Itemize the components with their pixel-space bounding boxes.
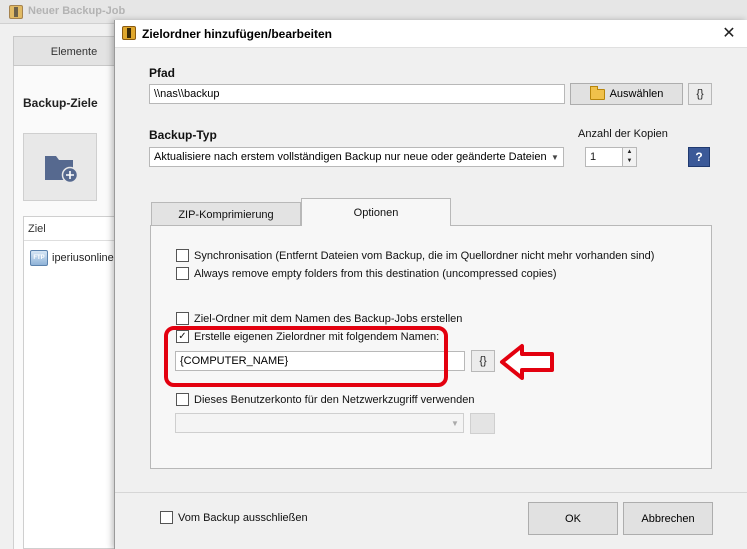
copies-value: 1	[590, 151, 597, 163]
job-name-folder-checkbox-row[interactable]: Ziel-Ordner mit dem Namen des Backup-Job…	[176, 312, 462, 325]
stepper-up-icon[interactable]: ▲	[623, 148, 636, 157]
sync-label: Synchronisation (Entfernt Dateien vom Ba…	[194, 249, 655, 262]
custom-folder-variables-button[interactable]: {}	[471, 350, 495, 372]
ftp-icon: FTP	[30, 250, 48, 266]
chevron-down-icon: ▼	[451, 418, 459, 428]
help-button[interactable]: ?	[688, 147, 710, 167]
remove-empty-checkbox[interactable]	[176, 267, 189, 280]
app-icon	[122, 26, 136, 40]
remove-empty-checkbox-row[interactable]: Always remove empty folders from this de…	[176, 267, 557, 280]
backup-type-value: Aktualisiere nach erstem vollständigen B…	[154, 151, 547, 163]
network-account-button[interactable]	[470, 413, 495, 434]
job-name-folder-checkbox[interactable]	[176, 312, 189, 325]
footer-divider	[115, 492, 747, 493]
list-item-label: iperiusonline	[52, 252, 114, 264]
path-variables-button[interactable]: {}	[688, 83, 712, 105]
folder-icon	[589, 85, 605, 100]
copies-label: Anzahl der Kopien	[578, 128, 668, 140]
close-icon[interactable]: ✕	[718, 24, 740, 44]
exclude-checkbox[interactable]	[160, 511, 173, 524]
highlight-annotation	[164, 326, 448, 387]
network-account-checkbox-row[interactable]: Dieses Benutzerkonto für den Netzwerkzug…	[176, 393, 474, 406]
choose-button-label: Auswählen	[609, 88, 664, 100]
backup-type-label: Backup-Typ	[149, 128, 217, 142]
sync-checkbox[interactable]	[176, 249, 189, 262]
cancel-button[interactable]: Abbrechen	[623, 502, 713, 535]
stepper-down-icon[interactable]: ▼	[623, 157, 636, 166]
destination-list: Ziel FTP iperiusonline	[23, 216, 124, 549]
chevron-down-icon: ▼	[551, 152, 559, 162]
remove-empty-label: Always remove empty folders from this de…	[194, 267, 557, 280]
tab-optionen[interactable]: Optionen	[301, 198, 451, 226]
dialog-title-bar: Zielordner hinzufügen/bearbeiten ✕	[115, 20, 747, 48]
network-account-checkbox[interactable]	[176, 393, 189, 406]
list-item[interactable]: FTP iperiusonline	[30, 249, 114, 267]
list-header: Ziel	[24, 217, 124, 241]
tab-zip-komprimierung[interactable]: ZIP-Komprimierung	[151, 202, 301, 227]
background-window-title: Neuer Backup-Job	[28, 5, 126, 17]
add-folder-icon	[45, 156, 79, 184]
exclude-checkbox-row[interactable]: Vom Backup ausschließen	[160, 511, 308, 524]
add-destination-button[interactable]	[23, 133, 97, 201]
copies-stepper[interactable]: 1 ▲ ▼	[585, 147, 637, 167]
network-account-label: Dieses Benutzerkonto für den Netzwerkzug…	[194, 393, 475, 406]
network-account-select[interactable]: ▼	[175, 413, 464, 433]
dialog-title: Zielordner hinzufügen/bearbeiten	[142, 27, 333, 41]
path-label: Pfad	[149, 66, 176, 80]
sync-checkbox-row[interactable]: Synchronisation (Entfernt Dateien vom Ba…	[176, 249, 654, 262]
arrow-left-icon	[500, 344, 554, 380]
app-icon	[9, 5, 23, 19]
exclude-label: Vom Backup ausschließen	[178, 511, 308, 524]
choose-button[interactable]: Auswählen	[570, 83, 683, 105]
path-input[interactable]: \\nas\\backup	[149, 84, 565, 104]
job-name-folder-label: Ziel-Ordner mit dem Namen des Backup-Job…	[194, 312, 463, 325]
backup-type-select[interactable]: Aktualisiere nach erstem vollständigen B…	[149, 147, 564, 167]
dialog-window: Zielordner hinzufügen/bearbeiten ✕ Pfad …	[114, 20, 747, 549]
section-heading: Backup-Ziele	[23, 96, 98, 110]
ok-button[interactable]: OK	[528, 502, 618, 535]
